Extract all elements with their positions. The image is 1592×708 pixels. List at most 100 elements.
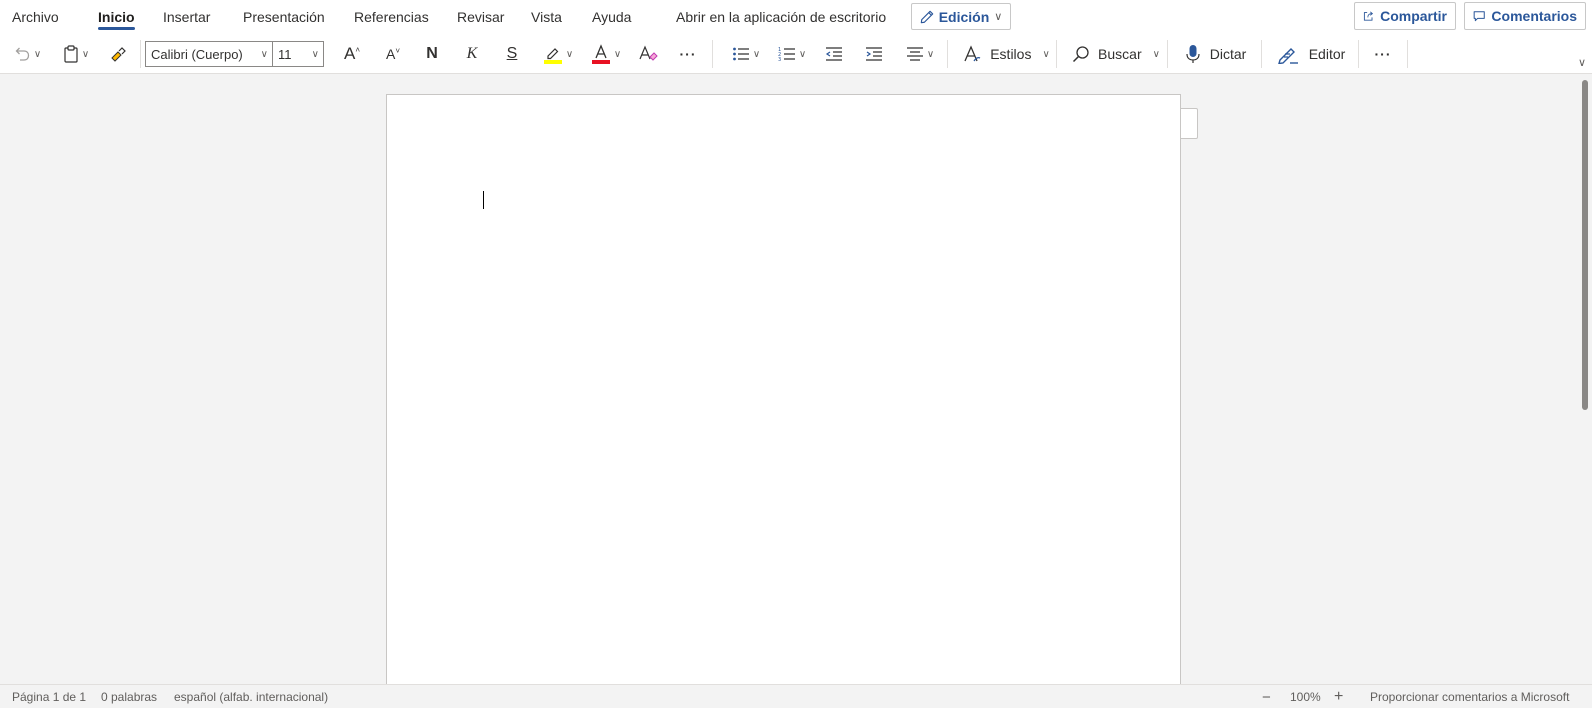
clipboard-icon — [64, 45, 78, 63]
dictate-label: Dictar — [1209, 46, 1247, 62]
ribbon-separator — [1056, 40, 1057, 68]
bold-icon: N — [426, 45, 438, 62]
font-name-value: Calibri (Cuerpo) — [151, 46, 243, 62]
shrink-font-button[interactable]: A˅ — [379, 40, 407, 68]
increase-indent-icon — [866, 47, 882, 61]
tab-presentacion[interactable]: Presentación — [243, 0, 325, 34]
collapse-ribbon-button[interactable]: ∨ — [1578, 56, 1586, 69]
bold-button[interactable]: N — [419, 40, 445, 68]
edit-mode-dropdown[interactable]: Edición ∨ — [911, 3, 1011, 30]
document-page[interactable] — [386, 94, 1181, 684]
microphone-icon — [1186, 45, 1200, 63]
language-indicator[interactable]: español (alfab. internacional) — [174, 685, 328, 708]
open-in-desktop-link[interactable]: Abrir en la aplicación de escritorio — [676, 0, 886, 34]
ribbon-toolbar: ∨ ∨ Calibri (Cuerpo) ∨ 11 ∨ A˄ A˅ N K S … — [0, 34, 1592, 74]
find-dropdown[interactable]: Buscar ∨ — [1068, 40, 1164, 68]
font-size-dropdown[interactable]: 11 ∨ — [272, 41, 324, 67]
align-center-icon — [906, 47, 923, 61]
ribbon-separator — [947, 40, 948, 68]
styles-dropdown[interactable]: Estilos ∨ — [960, 40, 1052, 68]
minus-icon: − — [1262, 688, 1271, 706]
plus-icon: + — [1334, 688, 1344, 705]
text-cursor — [483, 191, 484, 209]
find-label: Buscar — [1098, 46, 1142, 62]
editor-button[interactable]: Editor — [1274, 40, 1348, 68]
word-count: 0 palabras — [101, 690, 158, 704]
grow-font-icon: A˄ — [343, 44, 360, 63]
numbering-button[interactable]: 1 2 3 ∨ — [772, 40, 812, 68]
chevron-down-icon: ∨ — [926, 48, 935, 60]
ribbon-separator — [140, 40, 141, 68]
dictate-button[interactable]: Dictar — [1178, 40, 1254, 68]
clear-formatting-button[interactable] — [635, 40, 661, 68]
zoom-level[interactable]: 100% — [1290, 685, 1321, 708]
font-name-dropdown[interactable]: Calibri (Cuerpo) ∨ — [145, 41, 273, 67]
share-icon — [1363, 11, 1374, 21]
chevron-down-icon: ∨ — [81, 48, 90, 60]
feedback-link[interactable]: Proporcionar comentarios a Microsoft — [1370, 685, 1569, 708]
zoom-out-button[interactable]: − — [1262, 685, 1271, 708]
edit-mode-label: Edición — [938, 8, 990, 25]
tab-revisar[interactable]: Revisar — [457, 0, 504, 34]
chevron-down-icon: ∨ — [260, 48, 268, 60]
chevron-down-icon: ∨ — [565, 48, 574, 60]
comments-button[interactable]: Comentarios — [1464, 2, 1586, 30]
more-icon: ··· — [1374, 46, 1392, 62]
share-button[interactable]: Compartir — [1354, 2, 1456, 30]
undo-icon — [15, 47, 29, 61]
chevron-down-icon: ∨ — [752, 48, 761, 60]
styles-icon — [964, 45, 981, 62]
format-painter-icon — [111, 47, 126, 62]
align-button[interactable]: ∨ — [900, 40, 940, 68]
status-bar: Página 1 de 1 0 palabras español (alfab.… — [0, 684, 1592, 708]
comments-label: Comentarios — [1491, 8, 1577, 24]
tab-insertar[interactable]: Insertar — [163, 0, 210, 34]
svg-text:3: 3 — [778, 57, 781, 62]
chevron-down-icon: ∨ — [798, 48, 807, 60]
chevron-down-icon: ∨ — [311, 48, 319, 60]
font-size-value: 11 — [278, 46, 292, 62]
paste-button[interactable]: ∨ — [56, 40, 96, 68]
ribbon-separator — [1261, 40, 1262, 68]
tab-referencias[interactable]: Referencias — [354, 0, 429, 34]
search-icon — [1073, 46, 1089, 63]
bullets-button[interactable]: ∨ — [726, 40, 766, 68]
menu-bar: Archivo Inicio Insertar Presentación Ref… — [0, 0, 1592, 34]
grow-font-button[interactable]: A˄ — [338, 40, 366, 68]
increase-indent-button[interactable] — [860, 40, 888, 68]
chevron-down-icon: ∨ — [994, 11, 1003, 23]
page-count: Página 1 de 1 — [12, 690, 87, 704]
font-color-icon — [591, 44, 610, 64]
more-options-button[interactable]: ··· — [1369, 40, 1397, 68]
shrink-font-icon: A˅ — [385, 46, 400, 62]
vertical-scrollbar[interactable] — [1582, 80, 1588, 410]
font-color-button[interactable]: ∨ — [586, 40, 626, 68]
more-font-options-button[interactable]: ··· — [674, 40, 702, 68]
strikethrough-button[interactable]: S — [499, 40, 525, 68]
comment-icon — [1473, 11, 1485, 22]
tab-inicio[interactable]: Inicio — [98, 0, 135, 34]
decrease-indent-button[interactable] — [820, 40, 848, 68]
share-label: Compartir — [1380, 8, 1447, 24]
chevron-down-icon: ∨ — [1042, 48, 1050, 60]
bulleted-list-icon — [732, 47, 749, 61]
ribbon-separator — [1358, 40, 1359, 68]
page-margin-tab — [1181, 108, 1198, 139]
decrease-indent-icon — [825, 47, 842, 61]
tab-ayuda[interactable]: Ayuda — [592, 0, 631, 34]
document-canvas — [0, 74, 1592, 684]
more-icon: ··· — [679, 46, 697, 62]
undo-button[interactable]: ∨ — [8, 40, 46, 68]
tab-archivo[interactable]: Archivo — [12, 0, 59, 34]
highlight-color-button[interactable]: ∨ — [538, 40, 578, 68]
italic-button[interactable]: K — [459, 40, 485, 68]
chevron-down-icon: ∨ — [1577, 57, 1586, 69]
zoom-in-button[interactable]: + — [1334, 685, 1343, 708]
chevron-down-icon: ∨ — [613, 48, 622, 60]
format-painter-button[interactable] — [104, 40, 132, 68]
ribbon-separator — [1167, 40, 1168, 68]
tab-vista[interactable]: Vista — [531, 0, 562, 34]
numbered-list-icon: 1 2 3 — [778, 47, 795, 62]
editor-pen-icon — [1277, 48, 1298, 64]
strikethrough-icon: S — [506, 45, 518, 62]
